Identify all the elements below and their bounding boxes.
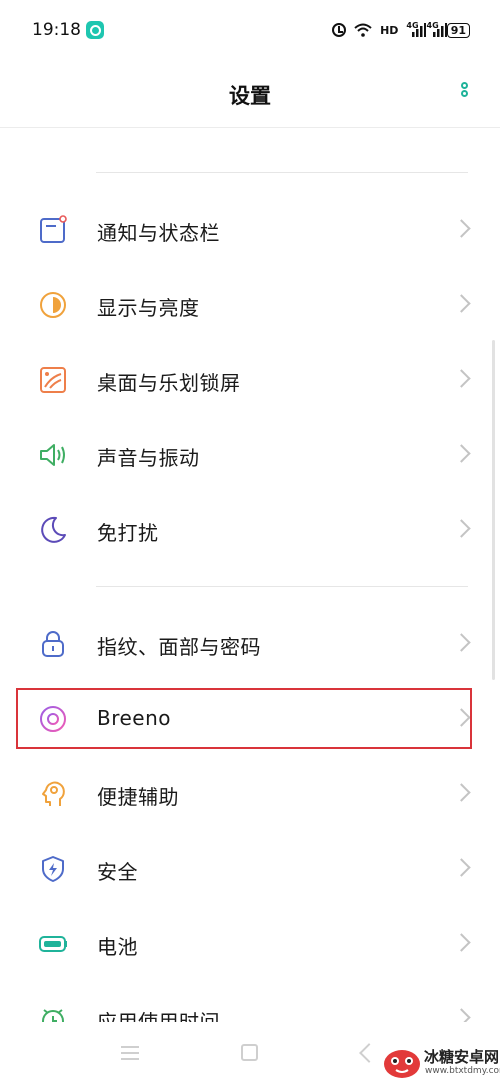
settings-item-sound[interactable]: 声音与振动 xyxy=(0,418,500,492)
settings-item-battery[interactable]: 电池 xyxy=(0,907,500,981)
app-notification-icon xyxy=(86,21,104,39)
settings-item-label: 电池 xyxy=(97,935,138,959)
home-button[interactable] xyxy=(241,1044,258,1061)
watermark-url: www.btxtdmy.com xyxy=(425,1066,500,1076)
wifi-icon xyxy=(354,23,372,37)
settings-item-display[interactable]: 显示与亮度 xyxy=(0,268,500,342)
shield-icon xyxy=(42,856,64,882)
back-button[interactable] xyxy=(359,1043,379,1063)
notification-icon xyxy=(40,215,67,243)
assist-icon xyxy=(42,781,65,806)
divider xyxy=(96,586,468,587)
scrollbar[interactable] xyxy=(492,340,495,680)
settings-item-notifications[interactable]: 通知与状态栏 xyxy=(0,193,500,267)
sound-icon xyxy=(40,444,65,466)
settings-item-label: 指纹、面部与密码 xyxy=(97,635,261,659)
status-bar: 19:18 HD 4G 4G 91 xyxy=(0,0,500,60)
network-type-2: 4G xyxy=(426,20,439,30)
display-icon xyxy=(40,292,66,318)
wallpaper-icon xyxy=(40,367,66,393)
settings-item-label: 免打扰 xyxy=(97,521,159,545)
more-options-icon[interactable] xyxy=(458,82,470,106)
settings-item-label: 桌面与乐划锁屏 xyxy=(97,371,241,395)
chevron-right-icon xyxy=(452,369,471,388)
chevron-right-icon xyxy=(452,219,471,238)
settings-item-fingerprint-face-password[interactable]: 指纹、面部与密码 xyxy=(0,607,500,681)
title-bar: 设置 xyxy=(0,60,500,128)
settings-item-label: 便捷辅助 xyxy=(97,785,179,809)
page-title: 设置 xyxy=(229,84,271,108)
settings-item-label: 通知与状态栏 xyxy=(97,221,220,245)
chevron-right-icon xyxy=(452,783,471,802)
status-icons: HD 4G 4G 91 xyxy=(332,20,470,40)
network-type-1: 4G xyxy=(406,20,419,30)
settings-item-do-not-disturb[interactable]: 免打扰 xyxy=(0,493,500,567)
chevron-right-icon xyxy=(452,444,471,463)
settings-item-accessibility[interactable]: 便捷辅助 xyxy=(0,757,500,831)
chevron-right-icon xyxy=(452,294,471,313)
battery-icon xyxy=(39,936,67,952)
chevron-right-icon xyxy=(452,933,471,952)
recent-apps-button[interactable] xyxy=(121,1046,139,1060)
hd-label: HD xyxy=(380,23,399,37)
battery-indicator: 91 xyxy=(446,22,470,38)
settings-item-label: 显示与亮度 xyxy=(97,296,200,320)
highlight-box xyxy=(16,688,472,749)
lock-icon xyxy=(42,631,64,657)
settings-item-label: 声音与振动 xyxy=(97,446,200,470)
chevron-right-icon xyxy=(452,858,471,877)
divider xyxy=(96,172,468,173)
settings-item-wallpaper[interactable]: 桌面与乐划锁屏 xyxy=(0,343,500,417)
watermark: 冰糖安卓网 www.btxtdmy.com xyxy=(378,1040,500,1084)
watermark-logo-icon xyxy=(384,1050,420,1078)
settings-item-security[interactable]: 安全 xyxy=(0,832,500,906)
alarm-icon xyxy=(332,23,347,37)
settings-item-label: 安全 xyxy=(97,860,138,884)
chevron-right-icon xyxy=(452,633,471,652)
chevron-right-icon xyxy=(452,519,471,538)
status-time: 19:18 xyxy=(32,20,81,40)
watermark-name: 冰糖安卓网 xyxy=(424,1048,500,1066)
moon-icon xyxy=(41,516,66,543)
